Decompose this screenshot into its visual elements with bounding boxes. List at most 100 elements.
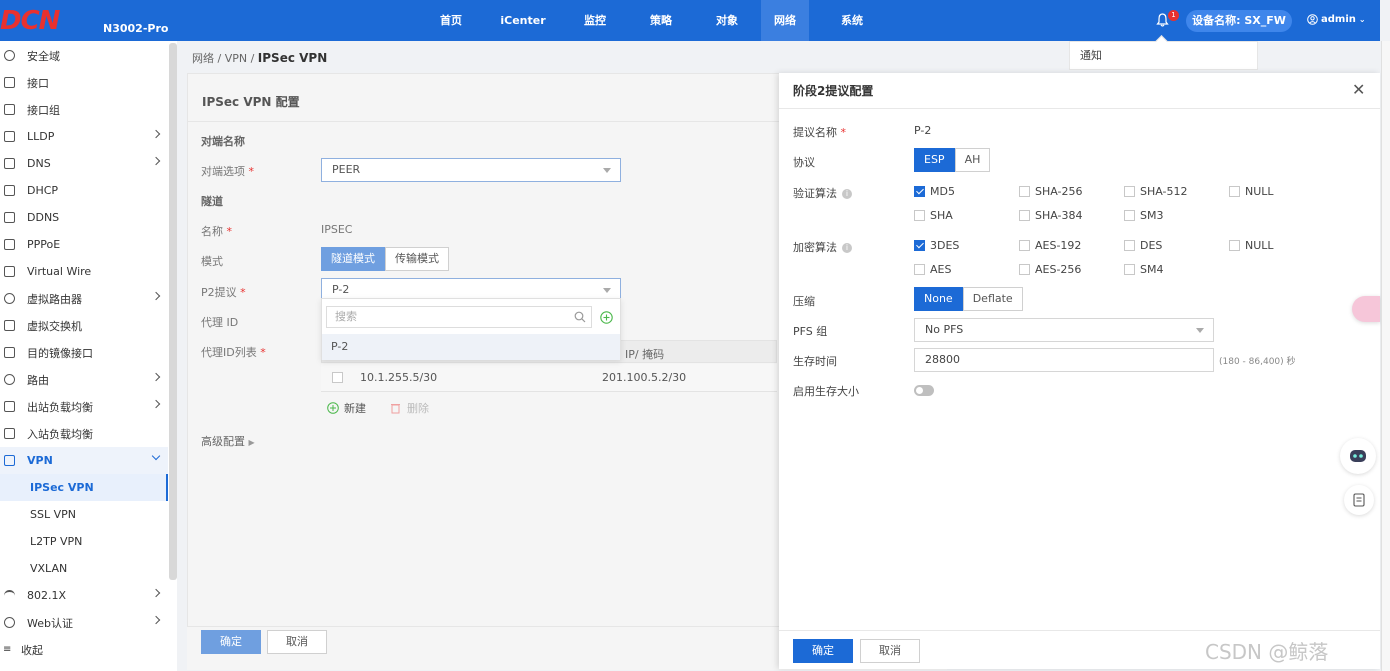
sidebar-item-inbound-lb[interactable]: 入站负载均衡 [0, 420, 168, 447]
peer-select[interactable]: PEER [321, 158, 621, 182]
sidebar-item-label: DHCP [27, 184, 59, 197]
sidebar-item-web-auth[interactable]: Web认证 [0, 609, 168, 636]
user-menu[interactable]: admin ⌄ [1307, 14, 1366, 25]
sidebar-item-mirror-interface[interactable]: 目的镜像接口 [0, 339, 168, 366]
sidebar-item-routing[interactable]: 路由 [0, 366, 168, 393]
watermark: CSDN @鲸落 [1205, 640, 1329, 664]
auth-md5-label: MD5 [930, 185, 955, 198]
sidebar-item-dhcp[interactable]: DHCP [0, 177, 168, 204]
breadcrumb-path[interactable]: 网络 / VPN / [192, 52, 258, 65]
compression-deflate-button[interactable]: Deflate [962, 287, 1023, 311]
nav-home[interactable]: 首页 [425, 0, 477, 41]
auth-sm3-checkbox[interactable] [1124, 210, 1135, 221]
compression-label: 压缩 [793, 295, 815, 308]
lifetime-label: 生存时间 [793, 355, 837, 368]
sidebar-item-ipsec-vpn[interactable]: IPSec VPN [0, 474, 168, 501]
row-checkbox[interactable] [332, 372, 343, 383]
sidebar-item-ddns[interactable]: DDNS [0, 204, 168, 231]
sidebar-item-vpn[interactable]: VPN [0, 447, 168, 474]
enc-sm4-checkbox[interactable] [1124, 264, 1135, 275]
sidebar-item-interface[interactable]: 接口 [0, 69, 168, 96]
table-row[interactable]: 10.1.255.5/30 201.100.5.2/30 [321, 364, 777, 392]
enc-3des-label: 3DES [930, 239, 960, 252]
sidebar-item-virtual-router[interactable]: 虚拟路由器 [0, 285, 168, 312]
dcn-logo[interactable]: DCN [0, 6, 60, 36]
sidebar-item-lldp[interactable]: LLDP [0, 123, 168, 150]
enc-aes256-checkbox[interactable] [1019, 264, 1030, 275]
nav-policy[interactable]: 策略 [621, 0, 701, 41]
main-nav: 首页 iCenter 监控 策略 对象 网络 系统 [425, 0, 895, 41]
page-scrollbar[interactable] [1381, 41, 1390, 671]
nav-system[interactable]: 系统 [809, 0, 895, 41]
auth-null-checkbox[interactable] [1229, 186, 1240, 197]
sidebar-item-label: 虚拟路由器 [27, 292, 82, 306]
auth-md5-checkbox[interactable] [914, 186, 925, 197]
drawer-cancel-button[interactable]: 取消 [860, 639, 920, 663]
translate-icon[interactable] [1352, 296, 1380, 322]
auth-sha384-checkbox[interactable] [1019, 210, 1030, 221]
sidebar-item-dns[interactable]: DNS [0, 150, 168, 177]
sidebar-item-virtual-wire[interactable]: Virtual Wire [0, 258, 168, 285]
advanced-config-toggle[interactable]: 高级配置 ▶ [201, 433, 255, 449]
auth-sha512-checkbox[interactable] [1124, 186, 1135, 197]
sidebar-collapse-button[interactable]: ≡ 收起 [0, 636, 43, 663]
info-icon[interactable]: i [842, 189, 852, 199]
mode-label: 模式 [201, 255, 223, 268]
protocol-ah-button[interactable]: AH [954, 148, 991, 172]
sidebar-item-label: 目的镜像接口 [27, 346, 93, 360]
sidebar-scrollbar[interactable] [169, 43, 177, 580]
info-icon[interactable]: i [842, 243, 852, 253]
auth-sha-label: SHA [930, 209, 953, 222]
ddns-icon [4, 212, 15, 223]
protocol-toggle: ESP AH [914, 148, 991, 172]
tunnel-section-title: 隧道 [201, 195, 223, 208]
device-name-badge[interactable]: 设备名称: SX_FW [1186, 10, 1292, 32]
panel-ok-button[interactable]: 确定 [201, 630, 261, 654]
enc-des-checkbox[interactable] [1124, 240, 1135, 251]
enc-null-checkbox[interactable] [1229, 240, 1240, 251]
pfs-group-select[interactable]: No PFS [914, 318, 1214, 342]
lifetime-input[interactable]: 28800 [914, 348, 1214, 372]
interface-icon [4, 77, 15, 88]
nav-network[interactable]: 网络 [761, 0, 809, 41]
transport-mode-button[interactable]: 传输模式 [385, 247, 449, 271]
enc-aes192-checkbox[interactable] [1019, 240, 1030, 251]
sidebar-item-security-zone[interactable]: 安全域 [0, 42, 168, 69]
sidebar-item-interface-group[interactable]: 接口组 [0, 96, 168, 123]
panel-cancel-button[interactable]: 取消 [267, 630, 327, 654]
enc-aes-label: AES [930, 263, 952, 276]
nav-object[interactable]: 对象 [701, 0, 753, 41]
sidebar-item-virtual-switch[interactable]: 虚拟交换机 [0, 312, 168, 339]
auth-sm3-label: SM3 [1140, 209, 1164, 222]
enc-aes-checkbox[interactable] [914, 264, 925, 275]
dropdown-option-p2[interactable]: P-2 [322, 334, 620, 360]
delete-row-button[interactable]: 删除 [390, 400, 429, 416]
protocol-esp-button[interactable]: ESP [914, 148, 955, 172]
new-row-button[interactable]: 新建 [327, 400, 366, 416]
chevron-right-icon [151, 156, 161, 166]
enc-3des-checkbox[interactable] [914, 240, 925, 251]
auth-sha-checkbox[interactable] [914, 210, 925, 221]
drawer-ok-button[interactable]: 确定 [793, 639, 853, 663]
route-icon [4, 374, 15, 385]
assistant-bot-icon[interactable] [1340, 438, 1376, 474]
dropdown-search-input[interactable]: 搜索 [326, 306, 592, 328]
nav-icenter[interactable]: iCenter [477, 0, 569, 41]
sidebar-item-label: IPSec VPN [30, 481, 94, 494]
enc-sm4-label: SM4 [1140, 263, 1164, 276]
add-circle-icon[interactable] [600, 311, 613, 324]
compression-toggle: None Deflate [914, 287, 1023, 311]
sidebar-item-outbound-lb[interactable]: 出站负载均衡 [0, 393, 168, 420]
sidebar-item-vxlan[interactable]: VXLAN [0, 555, 168, 582]
sidebar-item-ssl-vpn[interactable]: SSL VPN [0, 501, 168, 528]
sidebar-item-l2tp-vpn[interactable]: L2TP VPN [0, 528, 168, 555]
nav-monitor[interactable]: 监控 [569, 0, 621, 41]
lifesize-toggle[interactable] [914, 385, 934, 396]
tunnel-mode-button[interactable]: 隧道模式 [321, 247, 385, 271]
compression-none-button[interactable]: None [914, 287, 963, 311]
notes-icon[interactable] [1344, 485, 1374, 515]
close-icon[interactable]: ✕ [1352, 82, 1365, 98]
sidebar-item-8021x[interactable]: 802.1X [0, 582, 168, 609]
auth-sha256-checkbox[interactable] [1019, 186, 1030, 197]
sidebar-item-pppoe[interactable]: PPPoE [0, 231, 168, 258]
